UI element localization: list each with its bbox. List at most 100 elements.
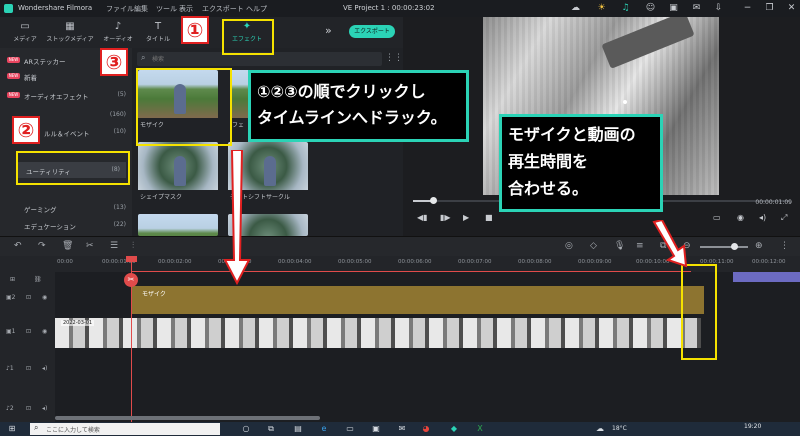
track-headers: ⊞ ⛓ ▣2 ⊡ ◉ ▣1 ⊡ ◉ ♪1 ⊡ ◂) ♪2 ⊡ ◂) bbox=[0, 272, 55, 422]
lock-icon[interactable]: ⊡ bbox=[26, 328, 31, 335]
track-header-audio-1: ♪1 ⊡ ◂) bbox=[0, 365, 55, 375]
lock-icon[interactable]: ⊡ bbox=[26, 365, 31, 372]
excel-icon[interactable]: X bbox=[474, 423, 486, 435]
tab-titles[interactable]: T タイトル bbox=[133, 17, 183, 48]
shield-icon[interactable]: ◇ bbox=[590, 241, 597, 251]
mail-icon[interactable]: ✉ bbox=[396, 423, 408, 435]
lock-icon[interactable]: ⊡ bbox=[26, 405, 31, 412]
save-icon[interactable]: ▣ bbox=[668, 3, 679, 14]
close-icon[interactable]: ✕ bbox=[786, 3, 797, 14]
music-track-icon: ♪1 bbox=[6, 365, 14, 372]
app-name: Wondershare Filmora bbox=[18, 4, 93, 12]
sidebar-item-audio-effects[interactable]: NEW オーディオエフェクト (5) bbox=[0, 87, 132, 103]
mic-icon[interactable]: 🎙 bbox=[614, 241, 625, 251]
store-icon[interactable]: ▣ bbox=[370, 423, 382, 435]
fullscreen-icon[interactable]: ⤢ bbox=[781, 213, 787, 223]
chrome-icon[interactable]: ◕ bbox=[420, 423, 432, 435]
headset-icon[interactable]: ♫ bbox=[620, 3, 631, 14]
instruction-callout-2: モザイクと動画の 再生時間を 合わせる。 bbox=[499, 114, 663, 212]
eye-icon[interactable]: ◉ bbox=[42, 294, 47, 301]
snapshot-icon[interactable]: ◉ bbox=[737, 213, 744, 222]
taskbar-search[interactable]: ⌕ ここに入力して検索 bbox=[30, 423, 220, 435]
maximize-icon[interactable]: ❐ bbox=[764, 3, 775, 14]
export-button[interactable]: エクスポート bbox=[349, 25, 395, 38]
tab-stock-media[interactable]: ▦ ストックメディア bbox=[45, 17, 95, 48]
edge-icon[interactable]: e bbox=[318, 423, 330, 435]
highlight-mosaic-effect bbox=[136, 68, 232, 146]
video-clip[interactable]: 2022-03-01 bbox=[55, 318, 701, 348]
stop-icon[interactable]: ■ bbox=[485, 213, 493, 222]
project-title: VE Project 1 : 00:00:23:02 bbox=[343, 4, 435, 12]
render-icon[interactable]: ◎ bbox=[565, 241, 573, 251]
track-header-audio-2: ♪2 ⊡ ◂) bbox=[0, 405, 55, 415]
effect-shape-mask[interactable]: シェイプマスク bbox=[138, 142, 218, 202]
playhead-scissors-icon[interactable]: ✂ bbox=[124, 273, 138, 287]
menu-icon[interactable]: ⋮ bbox=[780, 241, 789, 251]
list-icon[interactable]: ≡ bbox=[636, 241, 644, 251]
timeline-scrollbar[interactable] bbox=[55, 416, 320, 420]
cortana-icon[interactable]: ○ bbox=[240, 423, 252, 435]
sidebar-item-education[interactable]: エデュケーション (22) bbox=[0, 217, 132, 233]
speaker-icon[interactable]: ◂) bbox=[42, 365, 47, 372]
volume-icon[interactable]: ◂) bbox=[759, 213, 766, 222]
menu-file[interactable]: ファイル bbox=[106, 4, 134, 14]
step-back-icon[interactable]: ▮▶ bbox=[440, 213, 451, 222]
effect-clip-label: モザイク bbox=[142, 291, 166, 298]
playhead-handle[interactable] bbox=[126, 256, 137, 262]
monitor-icon[interactable]: ▭ bbox=[713, 213, 721, 222]
sidebar-item-label: ARステッカー bbox=[24, 58, 66, 66]
callout-1-line-1: ①②③の順でクリックし bbox=[257, 82, 426, 101]
link-icon[interactable]: ⛓ bbox=[34, 276, 42, 283]
sidebar-item-label: エデュケーション bbox=[24, 223, 76, 231]
tab-media[interactable]: ▭ メディア bbox=[0, 17, 50, 48]
new-badge: NEW bbox=[7, 92, 20, 98]
redo-icon[interactable]: ↷ bbox=[38, 241, 46, 251]
folder-icon: ▭ bbox=[20, 21, 30, 32]
play-icon[interactable]: ▶ bbox=[463, 213, 469, 222]
sidebar-item-gaming[interactable]: ゲーミング (13) bbox=[0, 200, 132, 216]
step-number-3: ③ bbox=[100, 48, 128, 76]
menu-view[interactable]: 表示 bbox=[179, 4, 193, 14]
highlight-utility-category bbox=[16, 151, 130, 185]
scissors-icon[interactable]: ✂ bbox=[86, 241, 94, 251]
more-tabs-icon[interactable]: » bbox=[325, 24, 332, 37]
taskbar-search-text: ここに入力して検索 bbox=[46, 427, 100, 434]
windows-start-icon[interactable]: ⊞ bbox=[6, 423, 18, 435]
purple-clip[interactable] bbox=[733, 272, 800, 282]
audio-wave-icon[interactable]: ⫶ bbox=[132, 241, 134, 251]
download-icon[interactable]: ⇩ bbox=[713, 3, 724, 14]
drag-arrow-down bbox=[223, 150, 251, 285]
user-icon[interactable]: ☺ bbox=[645, 3, 656, 14]
menu-help[interactable]: ヘルプ bbox=[246, 4, 267, 14]
lock-icon[interactable]: ⊡ bbox=[26, 294, 31, 301]
ruler-tick-label: 00:00:05:00 bbox=[338, 259, 372, 265]
task-view-icon[interactable]: ⧉ bbox=[265, 423, 277, 435]
render-range-line bbox=[131, 271, 691, 272]
adjust-icon[interactable]: ☰ bbox=[110, 241, 118, 251]
mosaic-effect-clip[interactable]: モザイク bbox=[132, 286, 704, 314]
filmora-taskbar-icon[interactable]: ◆ bbox=[448, 423, 460, 435]
scrub-knob[interactable] bbox=[430, 197, 437, 204]
eye-icon[interactable]: ◉ bbox=[42, 328, 47, 335]
delete-icon[interactable]: 🗑 bbox=[62, 241, 73, 251]
zoom-slider-knob[interactable] bbox=[731, 243, 738, 250]
zoom-in-icon[interactable]: ⊕ bbox=[755, 241, 763, 251]
minimize-icon[interactable]: − bbox=[742, 3, 753, 14]
cloud-icon[interactable]: ☁ bbox=[570, 3, 581, 14]
menu-export[interactable]: エクスポート bbox=[202, 4, 244, 14]
effect-row3-left[interactable] bbox=[138, 214, 218, 236]
speaker-icon[interactable]: ◂) bbox=[42, 405, 47, 412]
add-track-icon[interactable]: ⊞ bbox=[10, 276, 15, 283]
grid-view-icon[interactable]: ⋮⋮ bbox=[385, 53, 403, 63]
sun-icon[interactable]: ☀ bbox=[596, 3, 607, 14]
menu-edit[interactable]: 編集 bbox=[134, 4, 148, 14]
menu-tools[interactable]: ツール bbox=[156, 4, 177, 14]
undo-icon[interactable]: ↶ bbox=[14, 241, 22, 251]
mail-icon[interactable]: ✉ bbox=[691, 3, 702, 14]
folder-icon[interactable]: ▭ bbox=[344, 423, 356, 435]
prev-frame-icon[interactable]: ◀▮ bbox=[417, 213, 428, 222]
thumb-person bbox=[264, 156, 276, 186]
zoom-slider[interactable] bbox=[700, 246, 748, 248]
explorer-icon[interactable]: ▤ bbox=[292, 423, 304, 435]
ruler-tick-label: 00:00:07:00 bbox=[458, 259, 492, 265]
